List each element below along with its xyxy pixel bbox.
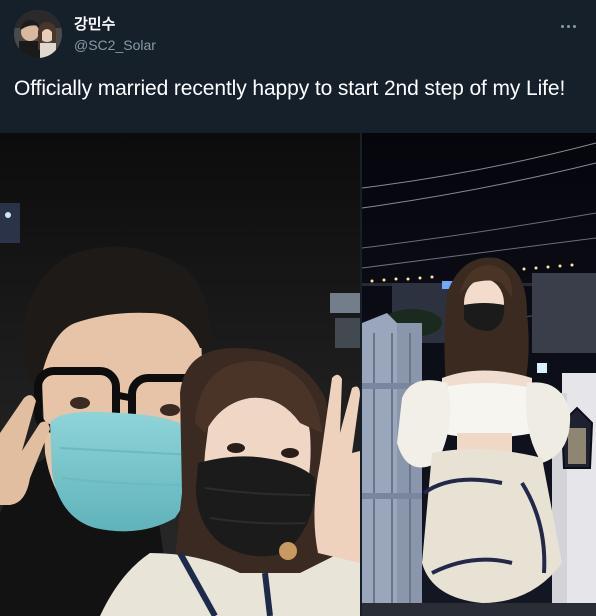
display-name[interactable]: 강민수	[74, 14, 156, 34]
selfie-photo[interactable]	[0, 133, 360, 616]
user-handle[interactable]: @SC2_Solar	[74, 36, 156, 54]
tweet-media[interactable]	[0, 133, 596, 616]
tweet-card[interactable]: 강민수 @SC2_Solar Officially married recent…	[0, 0, 596, 616]
author-names: 강민수 @SC2_Solar	[74, 14, 156, 54]
avatar-photo-icon	[14, 10, 62, 58]
night-outdoor-photo[interactable]	[362, 133, 596, 616]
tweet-header: 강민수 @SC2_Solar	[14, 10, 584, 60]
avatar[interactable]	[14, 10, 62, 58]
tweet-text: Officially married recently happy to sta…	[14, 77, 566, 100]
more-options-icon[interactable]	[556, 16, 580, 36]
